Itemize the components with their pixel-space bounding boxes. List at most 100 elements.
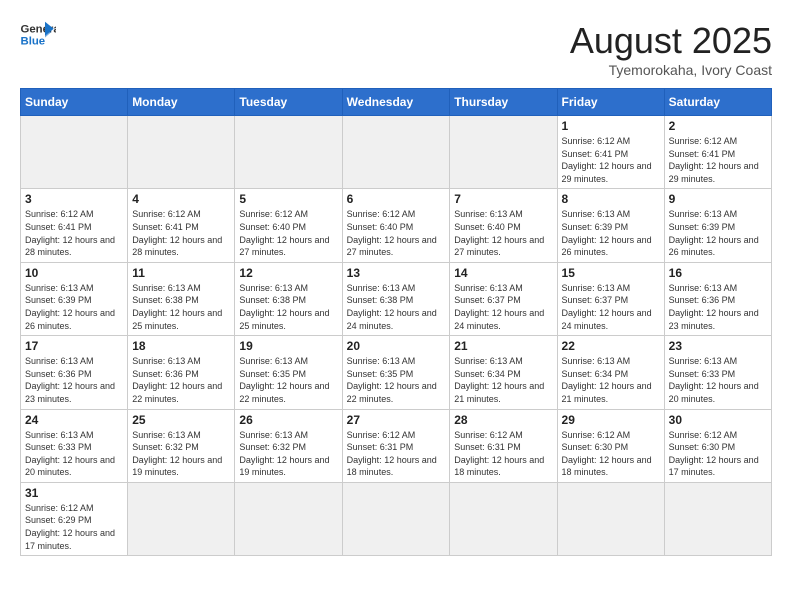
calendar-cell: 18 Sunrise: 6:13 AM Sunset: 6:36 PM Dayli… (128, 336, 235, 409)
calendar-cell: 31 Sunrise: 6:12 AM Sunset: 6:29 PM Dayli… (21, 482, 128, 555)
day-header-monday: Monday (128, 89, 235, 116)
day-number: 15 (562, 266, 660, 280)
day-info: Sunrise: 6:13 AM Sunset: 6:36 PM Dayligh… (25, 355, 123, 405)
calendar-cell: 26 Sunrise: 6:13 AM Sunset: 6:32 PM Dayli… (235, 409, 342, 482)
calendar-cell: 5Sunrise: 6:12 AM Sunset: 6:40 PM Daylig… (235, 189, 342, 262)
day-info: Sunrise: 6:13 AM Sunset: 6:34 PM Dayligh… (454, 355, 552, 405)
day-info: Sunrise: 6:13 AM Sunset: 6:35 PM Dayligh… (347, 355, 446, 405)
calendar-cell (450, 482, 557, 555)
calendar-cell (664, 482, 771, 555)
header: General Blue August 2025 Tyemorokaha, Iv… (20, 20, 772, 78)
day-info: Sunrise: 6:12 AM Sunset: 6:31 PM Dayligh… (454, 429, 552, 479)
week-row-3: 10 Sunrise: 6:13 AM Sunset: 6:39 PM Dayli… (21, 262, 772, 335)
day-number: 14 (454, 266, 552, 280)
calendar-cell: 8 Sunrise: 6:13 AM Sunset: 6:39 PM Daylig… (557, 189, 664, 262)
day-number: 6 (347, 192, 446, 206)
day-info: Sunrise: 6:13 AM Sunset: 6:39 PM Dayligh… (562, 208, 660, 258)
calendar-cell: 30Sunrise: 6:12 AM Sunset: 6:30 PM Dayli… (664, 409, 771, 482)
day-info: Sunrise: 6:12 AM Sunset: 6:41 PM Dayligh… (562, 135, 660, 185)
day-info: Sunrise: 6:13 AM Sunset: 6:33 PM Dayligh… (25, 429, 123, 479)
day-number: 18 (132, 339, 230, 353)
day-number: 31 (25, 486, 123, 500)
calendar-cell: 12 Sunrise: 6:13 AM Sunset: 6:38 PM Dayli… (235, 262, 342, 335)
calendar-cell (235, 116, 342, 189)
day-header-saturday: Saturday (664, 89, 771, 116)
week-row-6: 31 Sunrise: 6:12 AM Sunset: 6:29 PM Dayli… (21, 482, 772, 555)
day-number: 24 (25, 413, 123, 427)
calendar-cell: 25Sunrise: 6:13 AM Sunset: 6:32 PM Dayli… (128, 409, 235, 482)
calendar-cell: 29Sunrise: 6:12 AM Sunset: 6:30 PM Dayli… (557, 409, 664, 482)
day-number: 27 (347, 413, 446, 427)
day-info: Sunrise: 6:13 AM Sunset: 6:36 PM Dayligh… (132, 355, 230, 405)
day-number: 10 (25, 266, 123, 280)
day-info: Sunrise: 6:13 AM Sunset: 6:37 PM Dayligh… (562, 282, 660, 332)
day-info: Sunrise: 6:13 AM Sunset: 6:34 PM Dayligh… (562, 355, 660, 405)
day-number: 2 (669, 119, 767, 133)
day-number: 21 (454, 339, 552, 353)
calendar-cell (450, 116, 557, 189)
day-number: 13 (347, 266, 446, 280)
calendar-cell: 16Sunrise: 6:13 AM Sunset: 6:36 PM Dayli… (664, 262, 771, 335)
day-info: Sunrise: 6:13 AM Sunset: 6:39 PM Dayligh… (669, 208, 767, 258)
month-title: August 2025 (570, 20, 772, 62)
day-number: 11 (132, 266, 230, 280)
day-number: 4 (132, 192, 230, 206)
calendar-cell: 14 Sunrise: 6:13 AM Sunset: 6:37 PM Dayli… (450, 262, 557, 335)
calendar-cell: 3Sunrise: 6:12 AM Sunset: 6:41 PM Daylig… (21, 189, 128, 262)
day-info: Sunrise: 6:13 AM Sunset: 6:40 PM Dayligh… (454, 208, 552, 258)
calendar-cell: 4Sunrise: 6:12 AM Sunset: 6:41 PM Daylig… (128, 189, 235, 262)
day-info: Sunrise: 6:12 AM Sunset: 6:31 PM Dayligh… (347, 429, 446, 479)
day-info: Sunrise: 6:13 AM Sunset: 6:39 PM Dayligh… (25, 282, 123, 332)
calendar-cell: 21 Sunrise: 6:13 AM Sunset: 6:34 PM Dayli… (450, 336, 557, 409)
day-number: 1 (562, 119, 660, 133)
calendar-cell: 23 Sunrise: 6:13 AM Sunset: 6:33 PM Dayli… (664, 336, 771, 409)
calendar-cell: 7 Sunrise: 6:13 AM Sunset: 6:40 PM Daylig… (450, 189, 557, 262)
day-info: Sunrise: 6:13 AM Sunset: 6:35 PM Dayligh… (239, 355, 337, 405)
calendar-cell (128, 116, 235, 189)
day-number: 26 (239, 413, 337, 427)
calendar-cell (342, 116, 450, 189)
day-info: Sunrise: 6:12 AM Sunset: 6:40 PM Dayligh… (347, 208, 446, 258)
day-number: 28 (454, 413, 552, 427)
day-info: Sunrise: 6:13 AM Sunset: 6:37 PM Dayligh… (454, 282, 552, 332)
day-header-thursday: Thursday (450, 89, 557, 116)
day-info: Sunrise: 6:12 AM Sunset: 6:41 PM Dayligh… (669, 135, 767, 185)
day-info: Sunrise: 6:12 AM Sunset: 6:29 PM Dayligh… (25, 502, 123, 552)
day-info: Sunrise: 6:13 AM Sunset: 6:32 PM Dayligh… (239, 429, 337, 479)
day-header-tuesday: Tuesday (235, 89, 342, 116)
logo: General Blue (20, 20, 56, 48)
week-row-1: 1 Sunrise: 6:12 AM Sunset: 6:41 PM Daylig… (21, 116, 772, 189)
day-info: Sunrise: 6:13 AM Sunset: 6:38 PM Dayligh… (347, 282, 446, 332)
day-info: Sunrise: 6:13 AM Sunset: 6:33 PM Dayligh… (669, 355, 767, 405)
day-info: Sunrise: 6:13 AM Sunset: 6:32 PM Dayligh… (132, 429, 230, 479)
calendar-cell: 19 Sunrise: 6:13 AM Sunset: 6:35 PM Dayli… (235, 336, 342, 409)
day-number: 23 (669, 339, 767, 353)
day-number: 12 (239, 266, 337, 280)
svg-text:Blue: Blue (21, 36, 46, 48)
day-number: 9 (669, 192, 767, 206)
calendar-cell (235, 482, 342, 555)
calendar-cell: 10 Sunrise: 6:13 AM Sunset: 6:39 PM Dayli… (21, 262, 128, 335)
day-info: Sunrise: 6:13 AM Sunset: 6:38 PM Dayligh… (239, 282, 337, 332)
calendar-cell (21, 116, 128, 189)
day-number: 19 (239, 339, 337, 353)
day-info: Sunrise: 6:13 AM Sunset: 6:36 PM Dayligh… (669, 282, 767, 332)
calendar-cell: 27 Sunrise: 6:12 AM Sunset: 6:31 PM Dayli… (342, 409, 450, 482)
day-number: 30 (669, 413, 767, 427)
day-info: Sunrise: 6:13 AM Sunset: 6:38 PM Dayligh… (132, 282, 230, 332)
day-header-sunday: Sunday (21, 89, 128, 116)
day-number: 22 (562, 339, 660, 353)
location: Tyemorokaha, Ivory Coast (570, 62, 772, 78)
week-row-4: 17 Sunrise: 6:13 AM Sunset: 6:36 PM Dayli… (21, 336, 772, 409)
calendar-cell: 17 Sunrise: 6:13 AM Sunset: 6:36 PM Dayli… (21, 336, 128, 409)
day-number: 8 (562, 192, 660, 206)
day-info: Sunrise: 6:12 AM Sunset: 6:30 PM Dayligh… (562, 429, 660, 479)
day-number: 7 (454, 192, 552, 206)
day-number: 17 (25, 339, 123, 353)
calendar-cell: 22 Sunrise: 6:13 AM Sunset: 6:34 PM Dayli… (557, 336, 664, 409)
calendar-cell: 24 Sunrise: 6:13 AM Sunset: 6:33 PM Dayli… (21, 409, 128, 482)
day-number: 3 (25, 192, 123, 206)
week-row-5: 24 Sunrise: 6:13 AM Sunset: 6:33 PM Dayli… (21, 409, 772, 482)
calendar-cell: 2 Sunrise: 6:12 AM Sunset: 6:41 PM Daylig… (664, 116, 771, 189)
calendar-cell: 15 Sunrise: 6:13 AM Sunset: 6:37 PM Dayli… (557, 262, 664, 335)
